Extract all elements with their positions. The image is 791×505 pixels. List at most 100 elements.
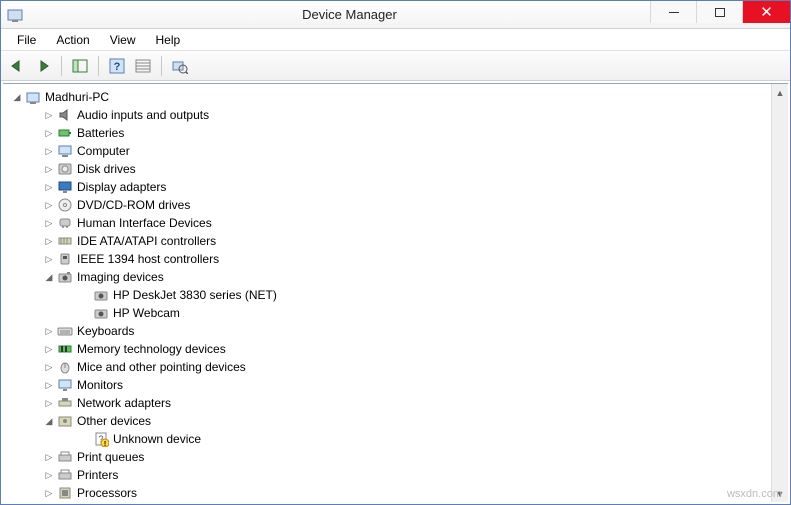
tree-node-hp-webcam[interactable]: HP Webcam [7, 304, 771, 322]
tree-node-printqueues[interactable]: ▷Print queues [7, 448, 771, 466]
tree-root[interactable]: ◢ Madhuri-PC [7, 88, 771, 106]
menu-view[interactable]: View [100, 31, 146, 49]
expand-icon[interactable]: ▷ [43, 451, 55, 463]
other-icon [57, 413, 73, 429]
expand-icon[interactable]: ▷ [43, 127, 55, 139]
tree-node-label: Batteries [77, 124, 124, 142]
batteries-icon [57, 125, 73, 141]
minimize-button[interactable] [650, 1, 696, 23]
tree-node-mice[interactable]: ▷Mice and other pointing devices [7, 358, 771, 376]
monitors-icon [57, 377, 73, 393]
expand-icon[interactable]: ▷ [43, 181, 55, 193]
properties-button[interactable] [131, 54, 155, 78]
expand-icon[interactable]: ▷ [43, 343, 55, 355]
window-controls: ✕ [650, 1, 790, 23]
tree-node-imaging[interactable]: ◢Imaging devices [7, 268, 771, 286]
expand-icon[interactable]: ▷ [43, 487, 55, 499]
expand-icon[interactable]: ▷ [43, 253, 55, 265]
device-tree[interactable]: ◢ Madhuri-PC ▷ Audio inputs and outputs ▷ Bat… [3, 84, 771, 502]
tree-node-monitors[interactable]: ▷ Monitors [7, 376, 771, 394]
disk-icon [57, 161, 73, 177]
expand-icon[interactable]: ▷ [43, 325, 55, 337]
tree-node-batteries[interactable]: ▷ Batteries [7, 124, 771, 142]
menu-help[interactable]: Help [146, 31, 191, 49]
tree-node-network[interactable]: ▷Network adapters [7, 394, 771, 412]
computer-icon [25, 89, 41, 105]
vertical-scrollbar[interactable]: ▲ ▼ [771, 84, 788, 502]
tree-area: ◢ Madhuri-PC ▷ Audio inputs and outputs ▷ Bat… [3, 83, 788, 502]
tree-node-other[interactable]: ◢Other devices [7, 412, 771, 430]
dvd-icon [57, 197, 73, 213]
collapse-icon[interactable]: ◢ [43, 271, 55, 283]
tree-node-label: Human Interface Devices [77, 214, 212, 232]
display-icon [57, 179, 73, 195]
tree-node-label: Audio inputs and outputs [77, 106, 209, 124]
expand-icon[interactable]: ▷ [43, 397, 55, 409]
tree-node-audio[interactable]: ▷ Audio inputs and outputs [7, 106, 771, 124]
tree-node-unknown[interactable]: ?!Unknown device [7, 430, 771, 448]
hp-webcam-icon [93, 305, 109, 321]
collapse-icon[interactable]: ◢ [11, 91, 23, 103]
svg-text:?: ? [114, 61, 121, 73]
expand-icon[interactable]: ▷ [43, 163, 55, 175]
tree-node-disk[interactable]: ▷ Disk drives [7, 160, 771, 178]
expand-icon[interactable]: ▷ [43, 217, 55, 229]
printers-icon [57, 467, 73, 483]
tree-node-hp-deskjet[interactable]: HP DeskJet 3830 series (NET) [7, 286, 771, 304]
help-button[interactable]: ? [105, 54, 129, 78]
tree-node-ieee1394[interactable]: ▷ IEEE 1394 host controllers [7, 250, 771, 268]
printqueues-icon [57, 449, 73, 465]
hid-icon [57, 215, 73, 231]
tree-node-hid[interactable]: ▷ Human Interface Devices [7, 214, 771, 232]
expand-icon[interactable]: ▷ [43, 145, 55, 157]
unknown-icon: ?! [93, 431, 109, 447]
device-manager-window: Device Manager ✕ File Action View Help ? [0, 0, 791, 505]
show-hide-tree-button[interactable] [68, 54, 92, 78]
hp-deskjet-icon [93, 287, 109, 303]
tree-node-label: Computer [77, 142, 130, 160]
expand-icon[interactable]: ▷ [43, 235, 55, 247]
toolbar: ? [1, 51, 790, 81]
scroll-up-icon[interactable]: ▲ [772, 84, 788, 101]
tree-node-label: DVD/CD-ROM drives [77, 196, 190, 214]
tree-node-processors[interactable]: ▷Processors [7, 484, 771, 502]
watermark: wsxdn.com [727, 488, 782, 500]
tree-node-label: Keyboards [77, 322, 134, 340]
expand-icon[interactable]: ▷ [43, 199, 55, 211]
toolbar-separator [61, 56, 62, 76]
tree-node-label: IEEE 1394 host controllers [77, 250, 219, 268]
tree-node-printers[interactable]: ▷ Printers [7, 466, 771, 484]
computer-icon [57, 143, 73, 159]
close-button[interactable]: ✕ [742, 1, 790, 23]
tree-node-label: Disk drives [77, 160, 136, 178]
tree-root-label: Madhuri-PC [45, 88, 109, 106]
expand-icon[interactable]: ▷ [43, 361, 55, 373]
scroll-track[interactable] [772, 101, 788, 485]
memtech-icon [57, 341, 73, 357]
toolbar-separator [161, 56, 162, 76]
expand-icon[interactable]: ▷ [43, 469, 55, 481]
audio-icon [57, 107, 73, 123]
tree-node-dvd[interactable]: ▷ DVD/CD-ROM drives [7, 196, 771, 214]
tree-node-keyboards[interactable]: ▷ Keyboards [7, 322, 771, 340]
tree-node-ide[interactable]: ▷IDE ATA/ATAPI controllers [7, 232, 771, 250]
menu-action[interactable]: Action [46, 31, 99, 49]
menu-file[interactable]: File [7, 31, 46, 49]
forward-button[interactable] [31, 54, 55, 78]
back-button[interactable] [5, 54, 29, 78]
tree-node-display[interactable]: ▷ Display adapters [7, 178, 771, 196]
processors-icon [57, 485, 73, 501]
maximize-button[interactable] [696, 1, 742, 23]
tree-node-label: HP Webcam [113, 304, 180, 322]
tree-node-label: Monitors [77, 376, 123, 394]
collapse-icon[interactable]: ◢ [43, 415, 55, 427]
tree-node-computer[interactable]: ▷ Computer [7, 142, 771, 160]
tree-node-label: Printers [77, 466, 118, 484]
tree-node-label: Display adapters [77, 178, 166, 196]
scan-hardware-button[interactable] [168, 54, 192, 78]
expand-icon[interactable]: ▷ [43, 109, 55, 121]
toolbar-separator [98, 56, 99, 76]
tree-node-memtech[interactable]: ▷ Memory technology devices [7, 340, 771, 358]
tree-node-label: Memory technology devices [77, 340, 226, 358]
expand-icon[interactable]: ▷ [43, 379, 55, 391]
